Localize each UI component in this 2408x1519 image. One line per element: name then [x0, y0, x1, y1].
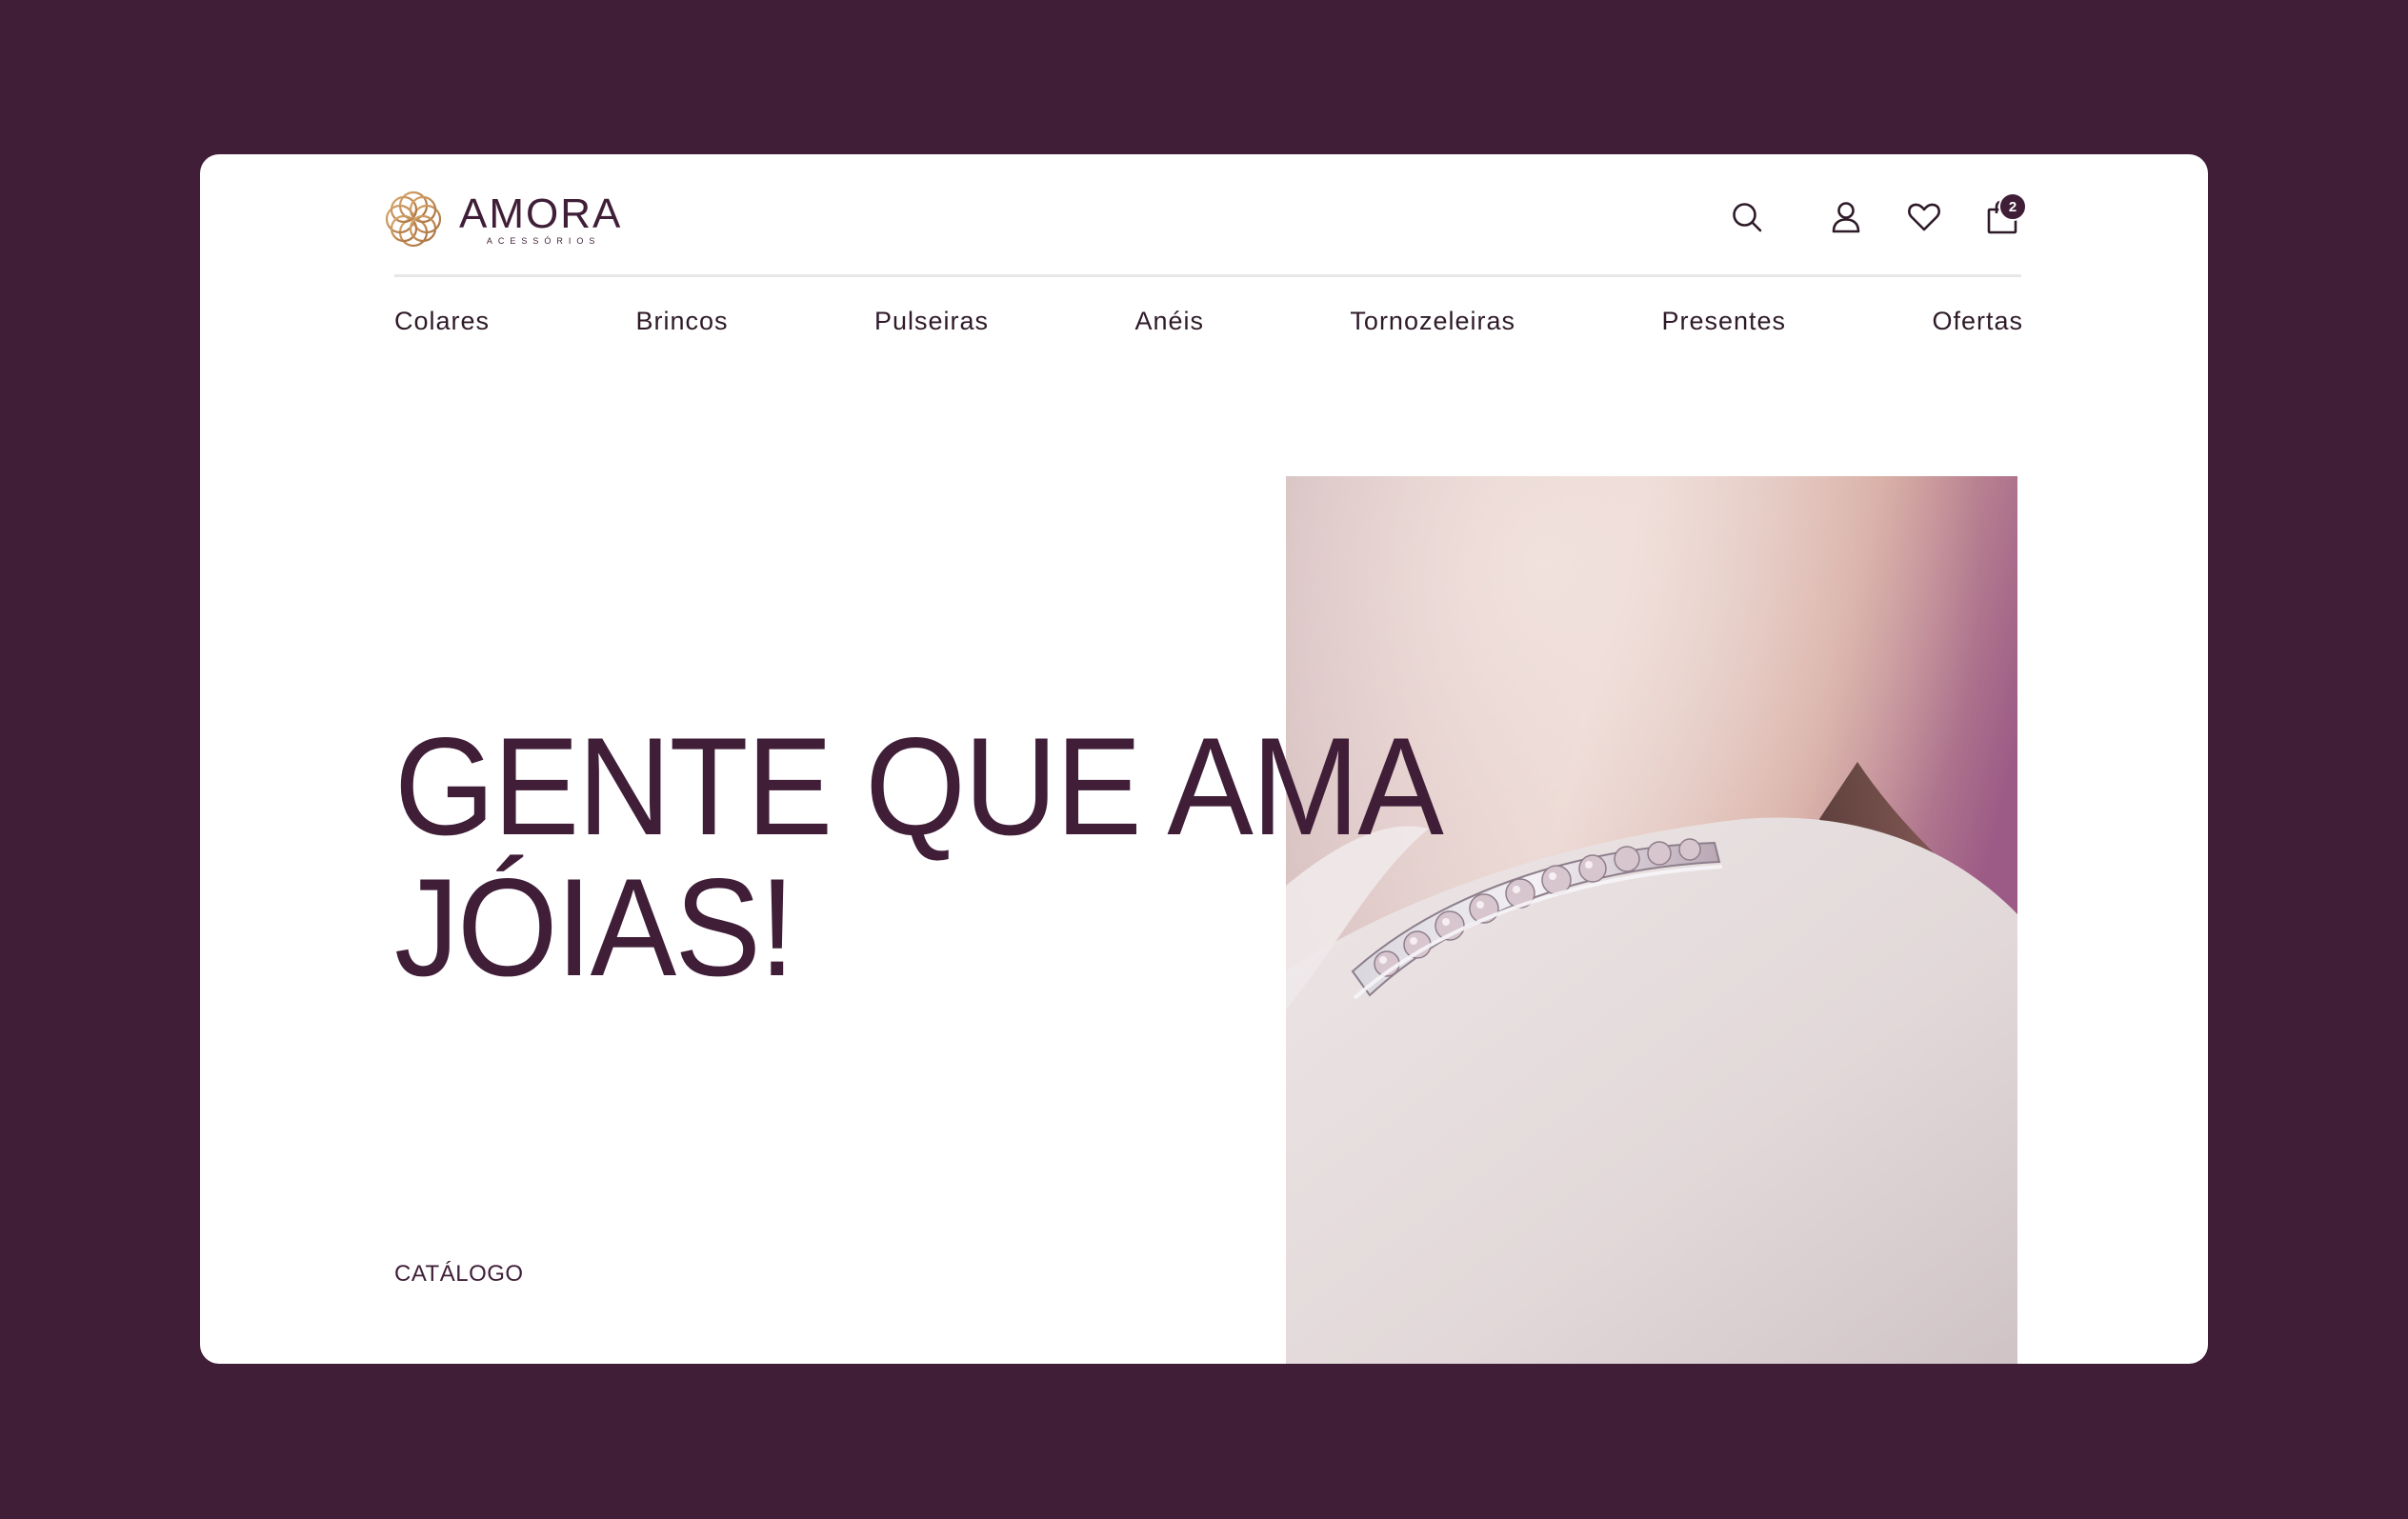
nav-item-colares[interactable]: Colares — [394, 307, 490, 336]
search-icon — [1731, 201, 1763, 238]
cart-button[interactable]: 2 — [1976, 192, 2029, 246]
header-divider — [394, 274, 2021, 277]
user-icon — [1832, 201, 1860, 238]
hero-title: GENTE QUE AMA JÓIAS! — [394, 709, 1444, 1005]
nav-item-pulseiras[interactable]: Pulseiras — [874, 307, 989, 336]
heart-icon — [1908, 203, 1940, 236]
main-card: AMORA ACESSÓRIOS 2 Colares Brincos Pulse… — [200, 154, 2208, 1364]
header-actions: 2 — [1720, 192, 2029, 246]
logo-name: AMORA — [459, 190, 623, 237]
nav-item-tornozeleiras[interactable]: Tornozeleiras — [1350, 307, 1515, 336]
category-nav: Colares Brincos Pulseiras Anéis Tornozel… — [394, 307, 2023, 336]
nav-item-presentes[interactable]: Presentes — [1661, 307, 1786, 336]
hero-title-line-1: GENTE QUE AMA — [394, 709, 1444, 864]
nav-item-brincos[interactable]: Brincos — [635, 307, 728, 336]
logo-tagline: ACESSÓRIOS — [486, 235, 601, 246]
amora-flower-logo-icon — [381, 187, 446, 251]
nav-item-aneis[interactable]: Anéis — [1134, 307, 1204, 336]
catalog-link[interactable]: CATÁLOGO — [394, 1261, 524, 1288]
cart-count-badge: 2 — [1998, 192, 2027, 221]
wishlist-button[interactable] — [1897, 192, 1951, 246]
logo-wordmark: AMORA ACESSÓRIOS — [459, 190, 623, 246]
search-button[interactable] — [1720, 192, 1774, 246]
brand-logo[interactable]: AMORA ACESSÓRIOS — [381, 183, 622, 255]
nav-item-ofertas[interactable]: Ofertas — [1932, 307, 2023, 336]
hero-title-line-2: JÓIAS! — [394, 849, 795, 1005]
account-button[interactable] — [1819, 192, 1873, 246]
